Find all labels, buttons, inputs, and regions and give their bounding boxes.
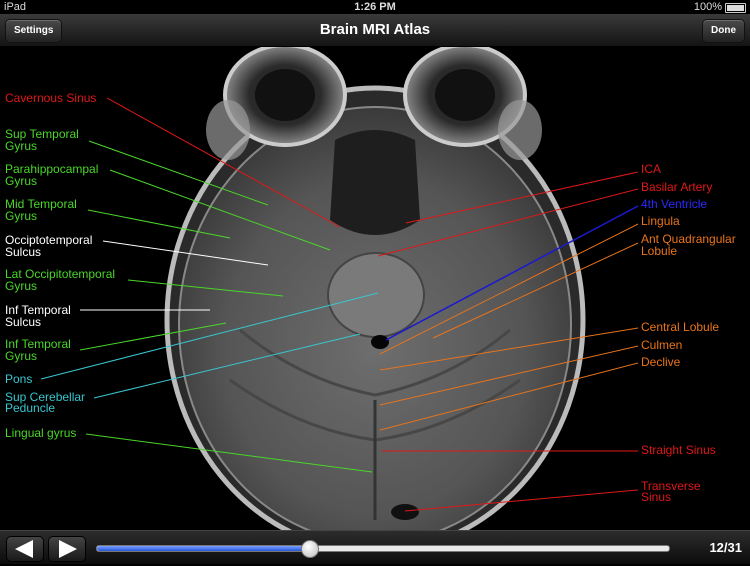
label-culmen[interactable]: Culmen (641, 338, 682, 352)
label-inf-temporal-sulcus-2[interactable]: Sulcus (5, 315, 41, 329)
label-central-lobule[interactable]: Central Lobule (641, 320, 719, 334)
label-occipitotemporal-2[interactable]: Sulcus (5, 245, 41, 259)
battery-icon (725, 3, 746, 13)
label-straight-sinus[interactable]: Straight Sinus (641, 443, 716, 457)
status-time: 1:26 PM (354, 1, 396, 13)
done-button[interactable]: Done (702, 19, 745, 43)
label-lat-occipitotemporal-2[interactable]: Gyrus (5, 279, 37, 293)
mri-image: Cavernous Sinus Sup Temporal Gyrus Parah… (0, 47, 750, 530)
bottom-toolbar: 12/31 (0, 530, 750, 564)
label-sup-temporal-2[interactable]: Gyrus (5, 139, 37, 153)
label-basilar-artery[interactable]: Basilar Artery (641, 180, 712, 194)
label-pons[interactable]: Pons (5, 372, 32, 386)
label-lingula[interactable]: Lingula (641, 214, 680, 228)
slider-fill (97, 546, 309, 551)
status-bar: iPad 1:26 PM 100% (0, 0, 750, 14)
label-lingual-gyrus[interactable]: Lingual gyrus (5, 426, 76, 440)
label-ant-quadrangular-2[interactable]: Lobule (641, 244, 677, 258)
page-counter: 12/31 (709, 540, 742, 555)
previous-button[interactable] (6, 536, 44, 562)
brainstem (327, 252, 425, 338)
mri-viewer[interactable]: Cavernous Sinus Sup Temporal Gyrus Parah… (0, 47, 750, 530)
settings-button[interactable]: Settings (5, 19, 63, 43)
label-mid-temporal-2[interactable]: Gyrus (5, 209, 37, 223)
label-parahippocampal-2[interactable]: Gyrus (5, 174, 37, 188)
page-slider[interactable] (96, 540, 670, 558)
label-transverse-sinus-2[interactable]: Sinus (641, 490, 671, 504)
right-arrow-icon (59, 540, 77, 558)
label-inf-temporal-gyrus-2[interactable]: Gyrus (5, 349, 37, 363)
navigation-bar: Brain MRI Atlas Settings Done (0, 14, 750, 47)
left-arrow-icon (15, 540, 33, 558)
label-cavernous-sinus[interactable]: Cavernous Sinus (5, 91, 96, 105)
label-fourth-ventricle[interactable]: 4th Ventricle (641, 197, 707, 211)
label-declive[interactable]: Declive (641, 355, 681, 369)
battery-percent: 100% (693, 1, 722, 13)
next-button[interactable] (48, 536, 86, 562)
label-ica[interactable]: ICA (641, 162, 661, 176)
slider-thumb[interactable] (300, 540, 319, 558)
page-title: Brain MRI Atlas (319, 21, 431, 38)
label-sup-cerebellar-2[interactable]: Peduncle (5, 401, 55, 415)
